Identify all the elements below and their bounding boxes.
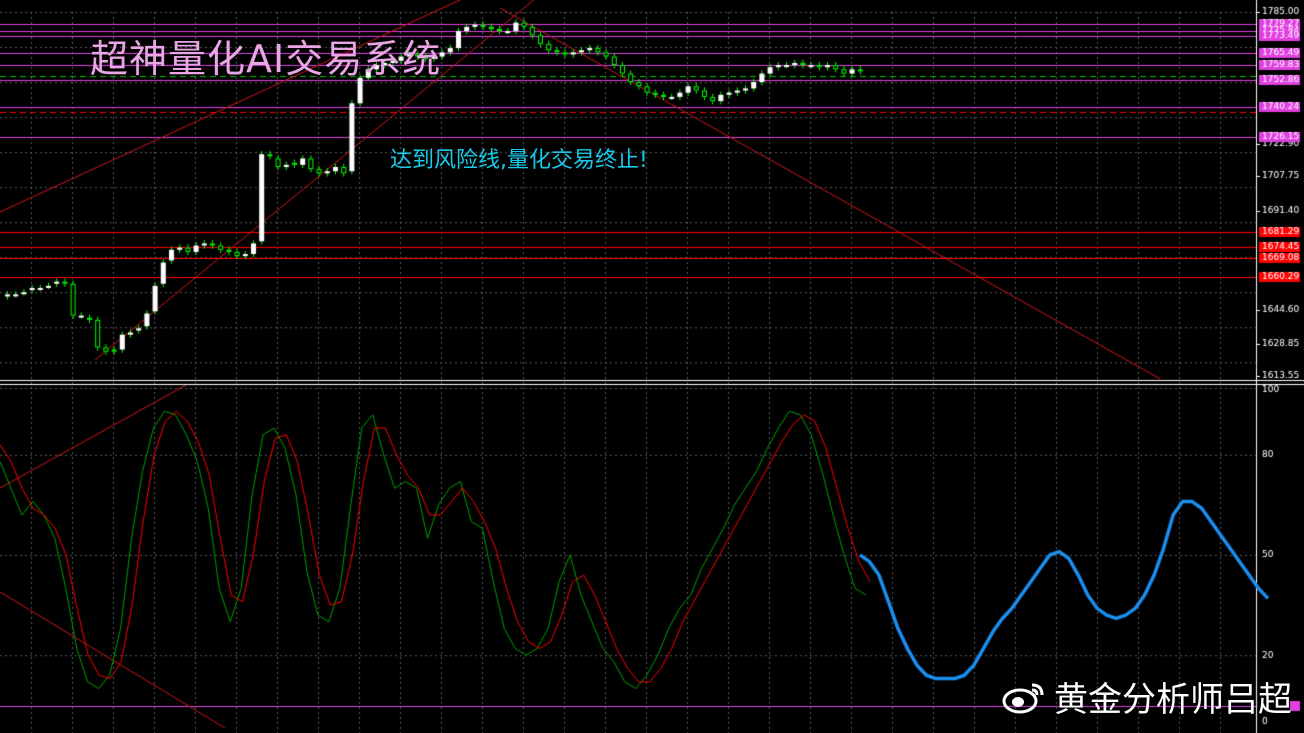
watermark: 黄金分析师吕超 [1002,672,1292,721]
weibo-icon [1002,683,1044,713]
watermark-text: 黄金分析师吕超 [1054,680,1292,720]
chart-title: 超神量化AI交易系统 [90,37,442,81]
risk-annotation: 达到风险线,量化交易终止! [390,148,648,173]
price-chart-canvas [0,0,1304,733]
